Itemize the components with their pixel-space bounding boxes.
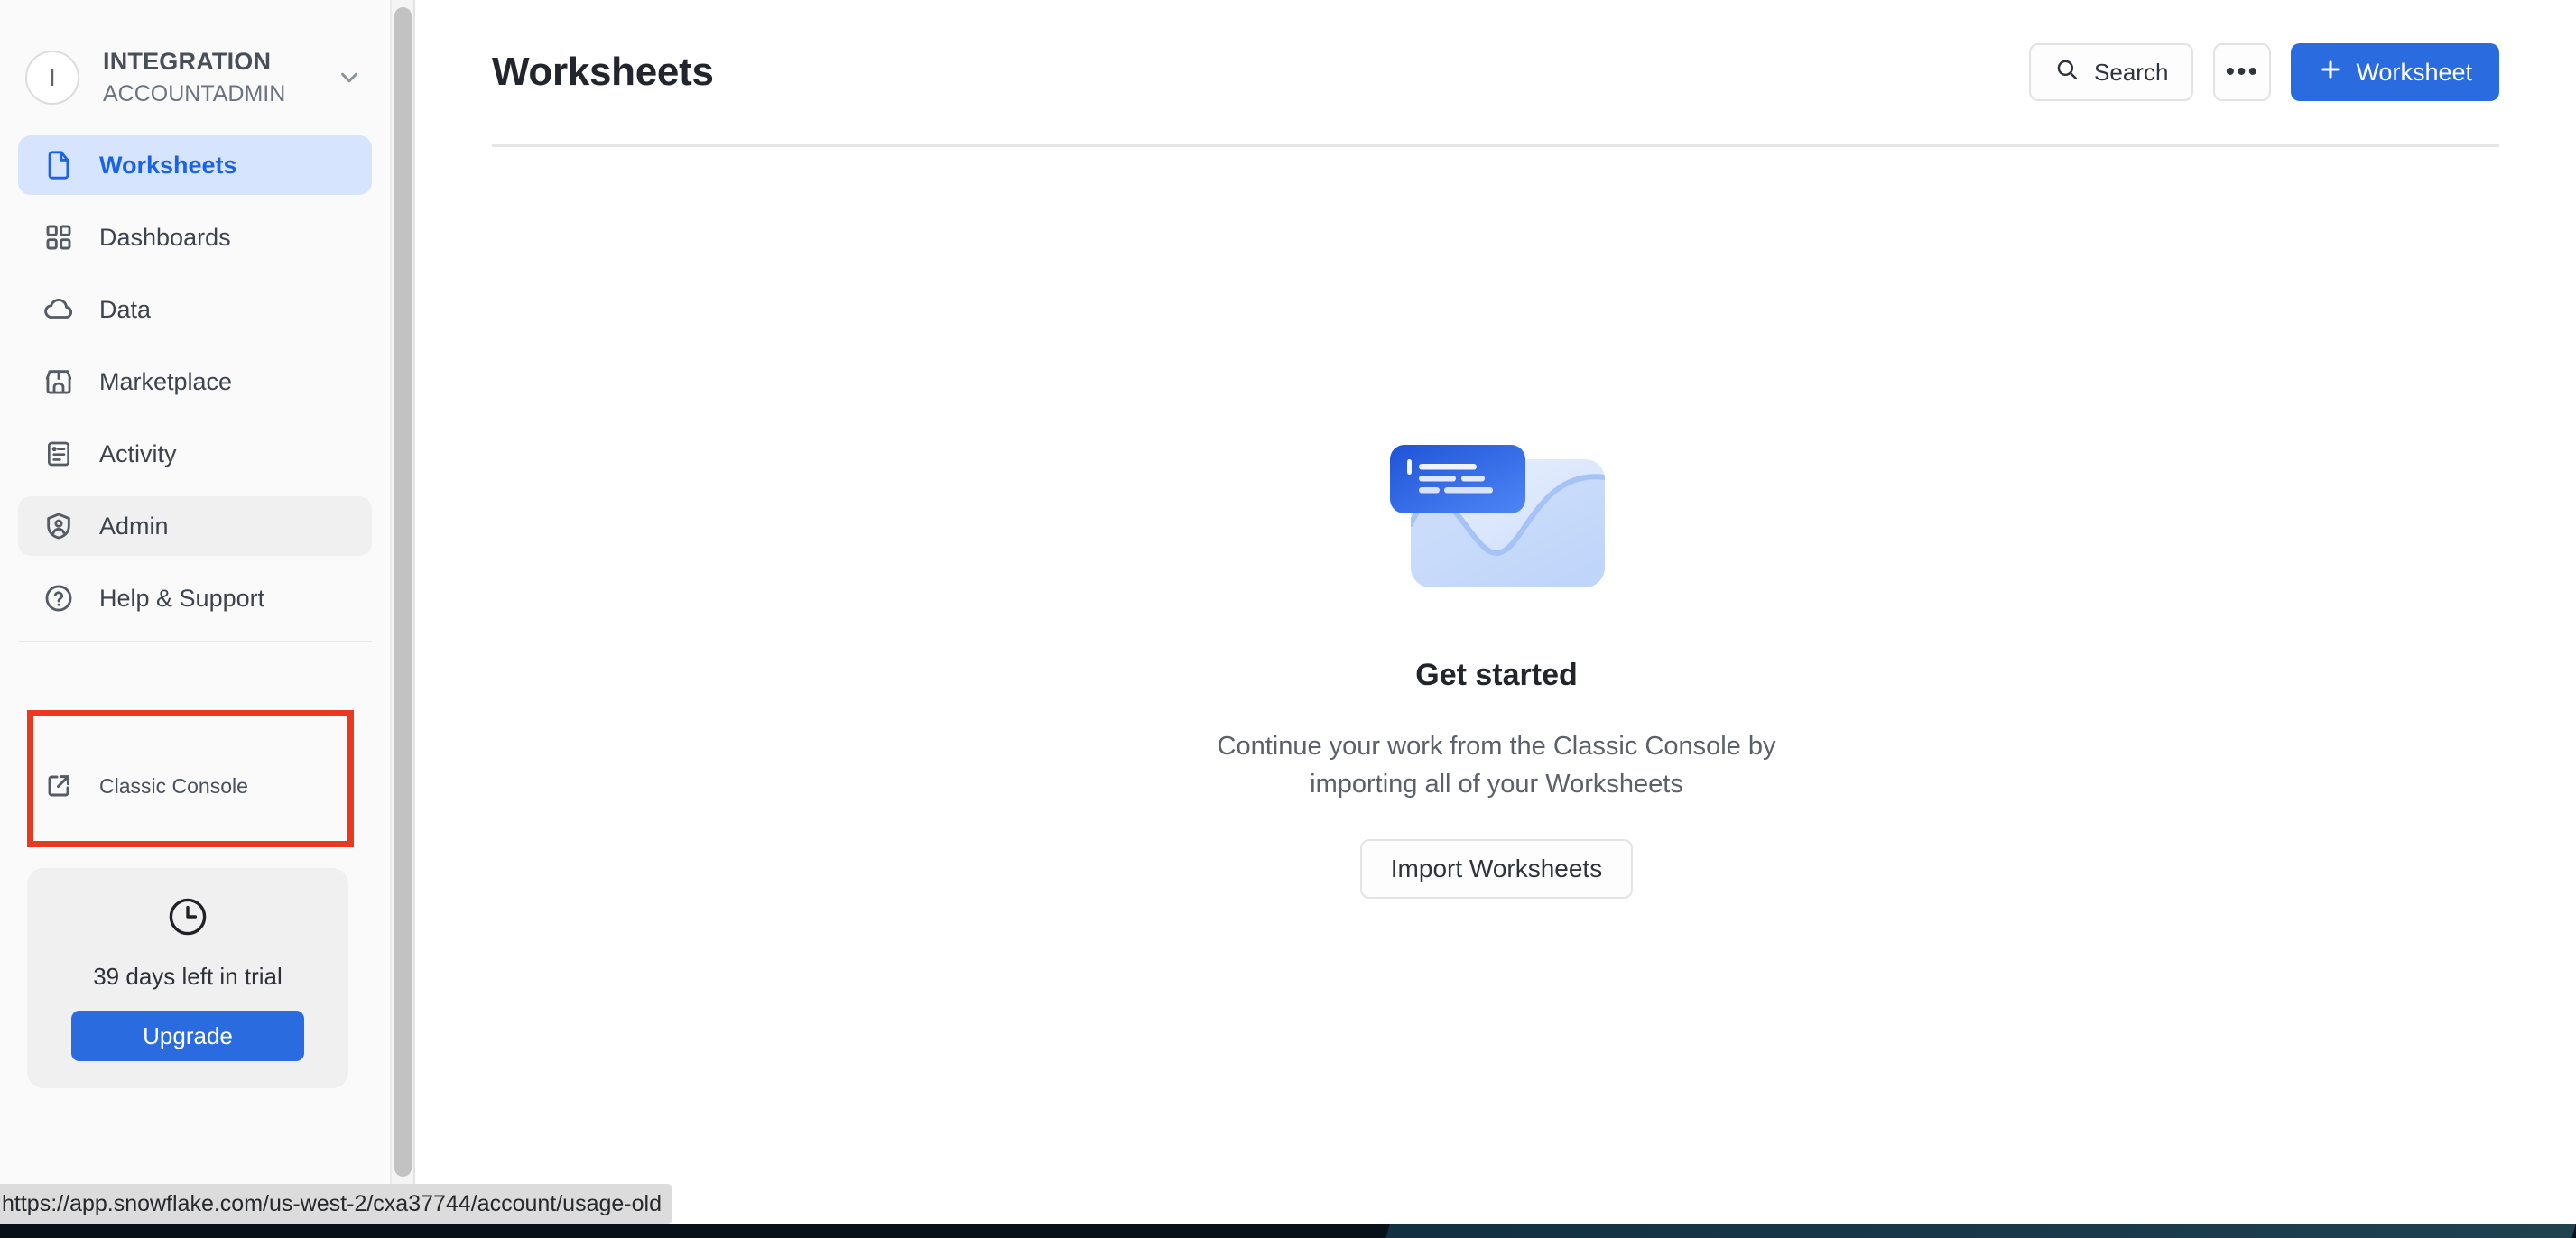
empty-state-description: Continue your work from the Classic Cons… — [1217, 732, 1776, 799]
page-header: Worksheets Search ••• Worksheet — [417, 0, 2576, 147]
new-worksheet-label: Worksheet — [2356, 58, 2472, 86]
sidebar-item-label: Dashboards — [99, 223, 231, 251]
os-taskbar — [0, 1224, 2576, 1238]
search-icon — [2054, 57, 2080, 88]
os-taskbar-accent — [1385, 1224, 2576, 1238]
trial-days-text: 39 days left in trial — [93, 963, 283, 990]
grid-icon — [42, 220, 76, 254]
sidebar-item-admin[interactable]: Admin — [18, 496, 372, 556]
sidebar-item-label: Classic Console — [99, 773, 248, 798]
sidebar-item-label: Activity — [99, 439, 177, 467]
sidebar-item-label: Worksheets — [99, 151, 237, 179]
sidebar-item-marketplace[interactable]: Marketplace — [18, 352, 372, 411]
upgrade-button[interactable]: Upgrade — [71, 1011, 304, 1061]
storefront-icon — [42, 365, 76, 399]
sidebar: I INTEGRATION ACCOUNTADMIN Worksheets Da… — [0, 0, 392, 1224]
sidebar-item-dashboards[interactable]: Dashboards — [18, 208, 372, 267]
external-link-icon — [42, 769, 76, 803]
sidebar-item-worksheets[interactable]: Worksheets — [18, 135, 372, 195]
import-worksheets-button[interactable]: Import Worksheets — [1359, 839, 1634, 900]
sidebar-item-help-support[interactable]: Help & Support — [18, 568, 372, 628]
page-title: Worksheets — [492, 50, 714, 94]
clock-icon — [166, 895, 209, 943]
file-icon — [42, 148, 76, 182]
sidebar-item-label: Help & Support — [99, 584, 265, 612]
sidebar-scrollbar-thumb[interactable] — [394, 7, 412, 1177]
header-actions: Search ••• Worksheet — [2029, 43, 2499, 101]
shield-user-icon — [42, 509, 76, 543]
search-button[interactable]: Search — [2029, 43, 2194, 101]
empty-state: Get started Continue your work from the … — [417, 147, 2576, 1224]
sidebar-item-label: Marketplace — [99, 367, 233, 395]
account-switcher[interactable]: I INTEGRATION ACCOUNTADMIN — [0, 31, 390, 125]
sidebar-item-label: Data — [99, 295, 152, 323]
sidebar-divider — [18, 641, 372, 642]
account-role: ACCOUNTADMIN — [103, 80, 286, 106]
sidebar-item-data[interactable]: Data — [18, 280, 372, 339]
trial-card: 39 days left in trial Upgrade — [27, 868, 348, 1088]
cloud-icon — [42, 292, 76, 327]
sidebar-item-label: Admin — [99, 512, 169, 540]
question-circle-icon — [42, 581, 76, 615]
account-name: INTEGRATION — [103, 47, 272, 75]
app-root: I INTEGRATION ACCOUNTADMIN Worksheets Da… — [0, 0, 2576, 1238]
sidebar-item-activity[interactable]: Activity — [18, 424, 372, 484]
account-text: INTEGRATION ACCOUNTADMIN — [103, 47, 329, 108]
search-button-label: Search — [2094, 58, 2169, 86]
sidebar-nav: Worksheets Dashboards Data Marketplace A… — [0, 135, 390, 628]
main-content: Worksheets Search ••• Worksheet Get star… — [417, 0, 2576, 1224]
new-worksheet-button[interactable]: Worksheet — [2291, 43, 2499, 101]
status-bar-url: https://app.snowflake.com/us-west-2/cxa3… — [0, 1184, 672, 1224]
list-doc-icon — [42, 437, 76, 471]
avatar: I — [25, 51, 79, 105]
avatar-initial: I — [49, 63, 56, 91]
plus-icon — [2318, 57, 2343, 88]
chevron-down-icon[interactable] — [336, 64, 363, 91]
ellipsis-icon: ••• — [2225, 57, 2260, 87]
worksheet-illustration — [1361, 418, 1632, 598]
more-options-button[interactable]: ••• — [2213, 43, 2272, 101]
sidebar-item-classic-console[interactable]: Classic Console — [18, 756, 374, 816]
empty-state-title: Get started — [1415, 658, 1578, 692]
